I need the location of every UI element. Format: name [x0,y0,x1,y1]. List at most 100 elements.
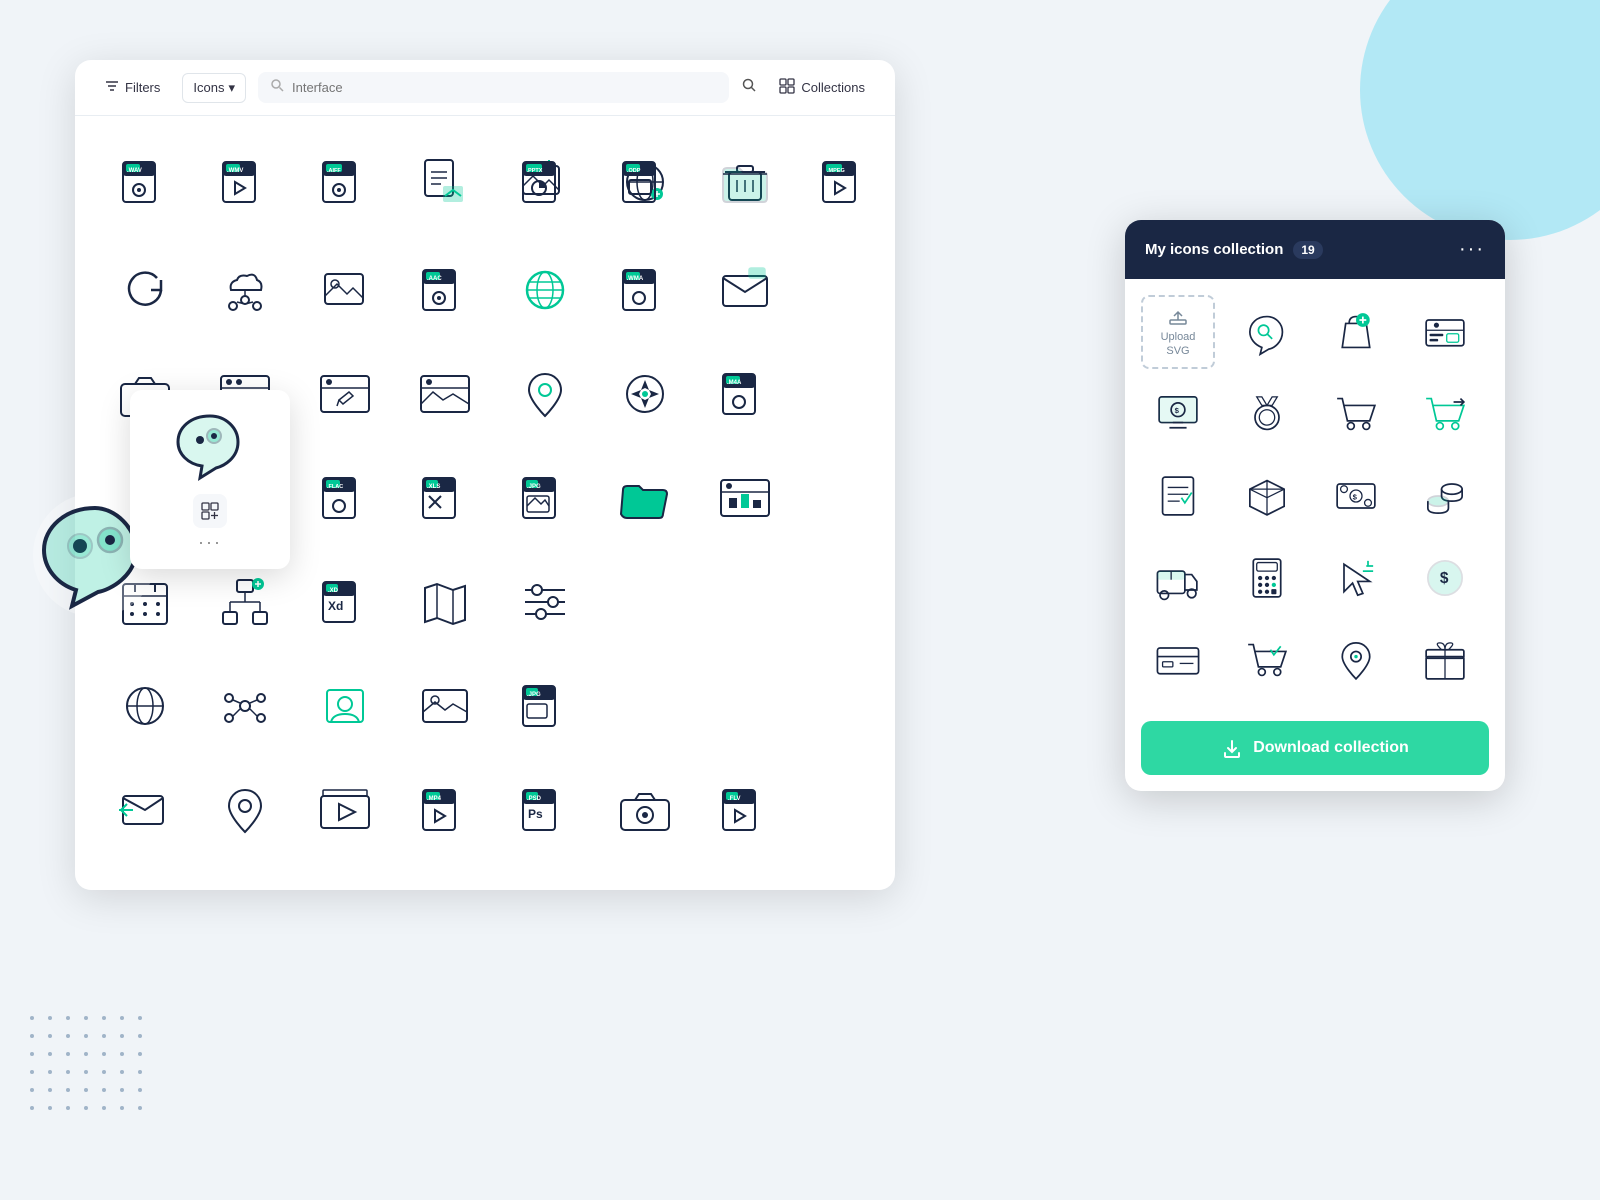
toolbar: Filters Icons ▾ Collections [75,60,895,116]
icon-location-2[interactable] [195,760,295,860]
icon-mail-send[interactable] [95,760,195,860]
collection-icon-coins[interactable] [1408,459,1482,533]
svg-text:$: $ [1175,406,1180,415]
icon-camera-2[interactable] [595,760,695,860]
icon-globe-small[interactable] [95,656,195,756]
search-input[interactable] [292,80,717,95]
svg-text:$: $ [1353,492,1358,501]
svg-text:.JPG: .JPG [527,692,541,698]
icon-psd[interactable]: .PSD Ps [495,760,595,860]
icon-image[interactable] [295,240,395,340]
icon-refresh[interactable] [95,240,195,340]
collection-icon-id-card[interactable] [1408,295,1482,369]
icon-sliders[interactable] [495,552,595,652]
upload-svg-button[interactable]: Upload SVG [1141,295,1215,369]
svg-text:Xd: Xd [328,599,343,613]
svg-text:$: $ [1440,570,1449,587]
icon-xls[interactable]: .XLS [395,448,495,548]
svg-text:.PSD: .PSD [527,796,542,802]
background-circle [1360,0,1600,240]
svg-text:.PPTX: .PPTX [527,168,543,174]
icons-row-7: .MP4 .PSD Ps [95,760,875,860]
svg-text:.XLS: .XLS [427,484,440,490]
icon-network-dots[interactable] [195,656,295,756]
collections-label: Collections [801,80,865,95]
svg-text:.JPG: .JPG [527,484,541,490]
dot-grid-decoration: const dg = document.querySelector('.dot-… [30,1016,152,1120]
icon-aiff[interactable]: .AIFF [295,132,395,232]
collection-icon-box[interactable] [1230,459,1304,533]
download-collection-button[interactable]: Download collection [1141,721,1489,775]
icon-globe-green[interactable] [495,240,595,340]
svg-text:.FLAC: .FLAC [327,484,343,490]
icon-video-player[interactable] [295,760,395,860]
icon-odp[interactable]: .ODP [595,132,695,232]
svg-text:.FLV: .FLV [728,796,741,802]
icon-map-fold[interactable] [395,552,495,652]
icon-m4a[interactable]: .M4A [695,344,795,444]
icon-folder-open-green[interactable] [595,448,695,548]
icon-compass[interactable] [595,344,695,444]
icon-image-2[interactable] [395,656,495,756]
collection-icon-shopping-add[interactable] [1319,295,1393,369]
icon-wma[interactable]: .WMA [595,240,695,340]
icon-flac[interactable]: .FLAC [295,448,395,548]
icon-map-image[interactable] [395,344,495,444]
chevron-down-icon: ▾ [228,80,235,96]
icon-chart-display[interactable] [695,448,795,548]
icon-flv[interactable]: .FLV [695,760,795,860]
collection-icon-cart[interactable] [1319,377,1393,451]
collection-icon-gift[interactable] [1408,623,1482,697]
collection-header: My icons collection 19 ··· [1125,220,1505,279]
collection-icon-delivery[interactable] [1141,541,1215,615]
collection-menu-button[interactable]: ··· [1459,238,1485,261]
icon-wav[interactable]: .WAV [95,132,195,232]
upload-label: Upload [1161,330,1196,344]
icon-aac[interactable]: .AAC [395,240,495,340]
icons-dropdown[interactable]: Icons ▾ [182,73,246,103]
add-to-collection-button[interactable] [193,494,227,528]
filters-button[interactable]: Filters [95,73,170,102]
svg-text:.WMA: .WMA [627,276,644,282]
icon-wmv[interactable]: .WMV [195,132,295,232]
icon-browser-edit[interactable] [295,344,395,444]
collection-icon-price-monitor[interactable]: $ [1141,377,1215,451]
icon-cloud-network[interactable] [195,240,295,340]
icons-dropdown-label: Icons [193,80,224,95]
svg-text:.M4A: .M4A [727,380,742,386]
collection-icon-receipt[interactable] [1141,459,1215,533]
svg-text:.ODP: .ODP [627,168,641,174]
hover-card-actions [146,494,274,528]
icon-mpeg[interactable]: .MPEG [795,132,895,232]
collection-icon-cart-arrow[interactable] [1408,377,1482,451]
icon-location-pin[interactable] [495,344,595,444]
collection-icon-medal[interactable] [1230,377,1304,451]
collection-icon-chat-search[interactable] [1230,295,1304,369]
icon-jpg-small[interactable]: .JPG [495,656,595,756]
icon-pptx[interactable]: .PPTX [495,132,595,232]
collection-icon-cursor[interactable] [1319,541,1393,615]
icon-jpg[interactable]: .JPG [495,448,595,548]
icon-document[interactable] [395,132,495,232]
search-bar [258,72,729,103]
collection-icon-cart-check[interactable] [1230,623,1304,697]
icon-folder-teal[interactable] [695,132,795,232]
icon-mail[interactable] [695,240,795,340]
hover-card-dots[interactable]: ··· [146,532,274,553]
filter-icon [105,79,119,96]
icon-xd[interactable]: .XD Xd [295,552,395,652]
icon-mp4[interactable]: .MP4 [395,760,495,860]
filters-label: Filters [125,80,160,95]
collections-button[interactable]: Collections [769,72,875,103]
icon-user-profile[interactable] [295,656,395,756]
collection-icon-credit-card[interactable] [1141,623,1215,697]
collection-icon-cash[interactable]: $ [1319,459,1393,533]
search-icon [270,78,284,97]
collection-icon-location[interactable] [1319,623,1393,697]
upload-svg-label: SVG [1166,344,1189,358]
collection-icon-dollar-circle[interactable]: $ [1408,541,1482,615]
hover-icon-preview [170,406,250,486]
collection-icon-calculator[interactable] [1230,541,1304,615]
svg-text:.WMV: .WMV [227,168,243,174]
svg-text:.AAC: .AAC [427,276,442,282]
